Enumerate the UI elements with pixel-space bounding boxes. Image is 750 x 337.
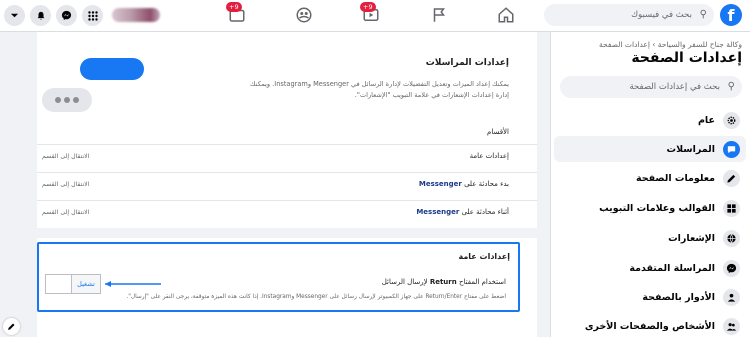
messenger-preview-bubble	[80, 58, 144, 80]
section-divider	[37, 228, 537, 238]
sidebar-item-label: عام	[697, 114, 715, 126]
return-key-setting-label: استخدام المفتاح Return لإرسال الرسائل	[381, 278, 506, 286]
pencil-icon	[723, 169, 740, 187]
sidebar-item-templates-tabs[interactable]: القوالب وعلامات التبويب	[554, 195, 746, 221]
return-key-toggle-button[interactable]: تشغيل	[45, 274, 101, 294]
page-title: إعدادات الصفحة	[631, 50, 742, 66]
general-settings-section: إعدادات عامة استخدام المفتاح Return لإرس…	[37, 242, 520, 312]
sidebar-item-label: الأدوار بالصفحة	[642, 291, 715, 303]
go-to-section-link[interactable]: الانتقال إلى القسم	[42, 153, 89, 160]
sidebar-item-advanced-messaging[interactable]: المراسلة المتقدمة	[554, 255, 746, 281]
sidebar-item-label: الأشخاص والصفحات الأخرى	[584, 320, 715, 332]
watch-badge: +9	[360, 2, 376, 12]
bell-icon[interactable]	[30, 5, 51, 26]
gaming-icon[interactable]: +9	[226, 2, 248, 24]
general-settings-title: إعدادات عامة	[458, 252, 510, 261]
globe-icon	[723, 229, 740, 247]
sidebar-item-messaging[interactable]: المراسلات	[554, 136, 746, 162]
sidebar-item-label: الإشعارات	[668, 232, 715, 244]
messenger-icon[interactable]	[56, 5, 77, 26]
breadcrumb[interactable]: وكالة جناح للسفر والسياحة › إعدادات الصف…	[599, 40, 742, 49]
top-navigation-bar: f ⚲ بحث في فيسبوك +9 +9	[0, 0, 750, 32]
facebook-logo[interactable]: f	[720, 4, 742, 26]
sidebar-item-label: معلومات الصفحة	[635, 172, 715, 184]
account-chevron-down-icon[interactable]	[4, 5, 25, 26]
grid-icon	[723, 199, 740, 217]
search-icon: ⚲	[727, 81, 735, 92]
person-icon	[723, 288, 740, 306]
sidebar-item-people-other-pages[interactable]: الأشخاص والصفحات الأخرى	[554, 313, 746, 337]
page-settings-sidebar: وكالة جناح للسفر والسياحة › إعدادات الصف…	[550, 32, 750, 337]
search-placeholder: بحث في فيسبوك	[631, 10, 692, 20]
sidebar-item-general[interactable]: عام	[554, 107, 746, 133]
messaging-settings-description: يمكنك إعداد الميزات وتعديل التفضيلات لإد…	[250, 80, 509, 99]
sidebar-item-label: القوالب وعلامات التبويب	[599, 202, 715, 214]
sidebar-item-notifications[interactable]: الإشعارات	[554, 225, 746, 251]
menu-grid-icon[interactable]	[82, 5, 103, 26]
home-icon[interactable]	[497, 6, 517, 24]
facebook-search-input[interactable]: ⚲ بحث في فيسبوك	[544, 4, 714, 26]
people-icon	[723, 317, 740, 335]
watch-icon[interactable]: +9	[360, 2, 382, 24]
messenger-icon	[723, 259, 740, 277]
pages-badge: +9	[226, 2, 242, 12]
compose-edit-icon[interactable]	[3, 318, 20, 335]
section-row-label: بدء محادثة على Messenger	[418, 180, 509, 188]
section-row[interactable]: بدء محادثة على Messenger الانتقال إلى ال…	[37, 172, 537, 200]
section-row[interactable]: أثناء محادثة على Messenger الانتقال إلى …	[37, 200, 537, 228]
toggle-on-label[interactable]: تشغيل	[72, 275, 100, 293]
messaging-settings-title: إعدادات المراسلات	[425, 58, 509, 68]
return-key-setting-help: اضغط على مفتاح Return/Enter على جهاز الك…	[126, 294, 506, 300]
sidebar-item-label: المراسلة المتقدمة	[629, 262, 715, 274]
annotation-arrow-icon	[105, 281, 161, 287]
sidebar-item-page-roles[interactable]: الأدوار بالصفحة	[554, 284, 746, 310]
messaging-settings-panel: إعدادات المراسلات يمكنك إعداد الميزات وت…	[37, 32, 537, 337]
chat-icon	[723, 140, 740, 158]
sections-label: الأقسام	[487, 128, 509, 136]
settings-search-placeholder: بحث في إعدادات الصفحة	[629, 82, 720, 92]
section-row-label: أثناء محادثة على Messenger	[416, 208, 509, 216]
sidebar-item-label: المراسلات	[666, 143, 715, 155]
go-to-section-link[interactable]: الانتقال إلى القسم	[42, 209, 89, 216]
section-row[interactable]: إعدادات عامة الانتقال إلى القسم	[37, 144, 537, 172]
flag-icon[interactable]	[430, 6, 450, 24]
toggle-off-segment[interactable]	[46, 275, 72, 293]
profile-avatar[interactable]	[112, 8, 160, 22]
search-icon: ⚲	[699, 9, 707, 20]
section-row-label: إعدادات عامة	[469, 152, 509, 160]
go-to-section-link[interactable]: الانتقال إلى القسم	[42, 181, 89, 188]
settings-search-input[interactable]: ⚲ بحث في إعدادات الصفحة	[560, 76, 742, 98]
sidebar-item-page-info[interactable]: معلومات الصفحة	[554, 165, 746, 191]
gear-icon	[723, 111, 740, 129]
typing-indicator-bubble	[42, 88, 92, 112]
groups-icon[interactable]	[295, 6, 315, 24]
